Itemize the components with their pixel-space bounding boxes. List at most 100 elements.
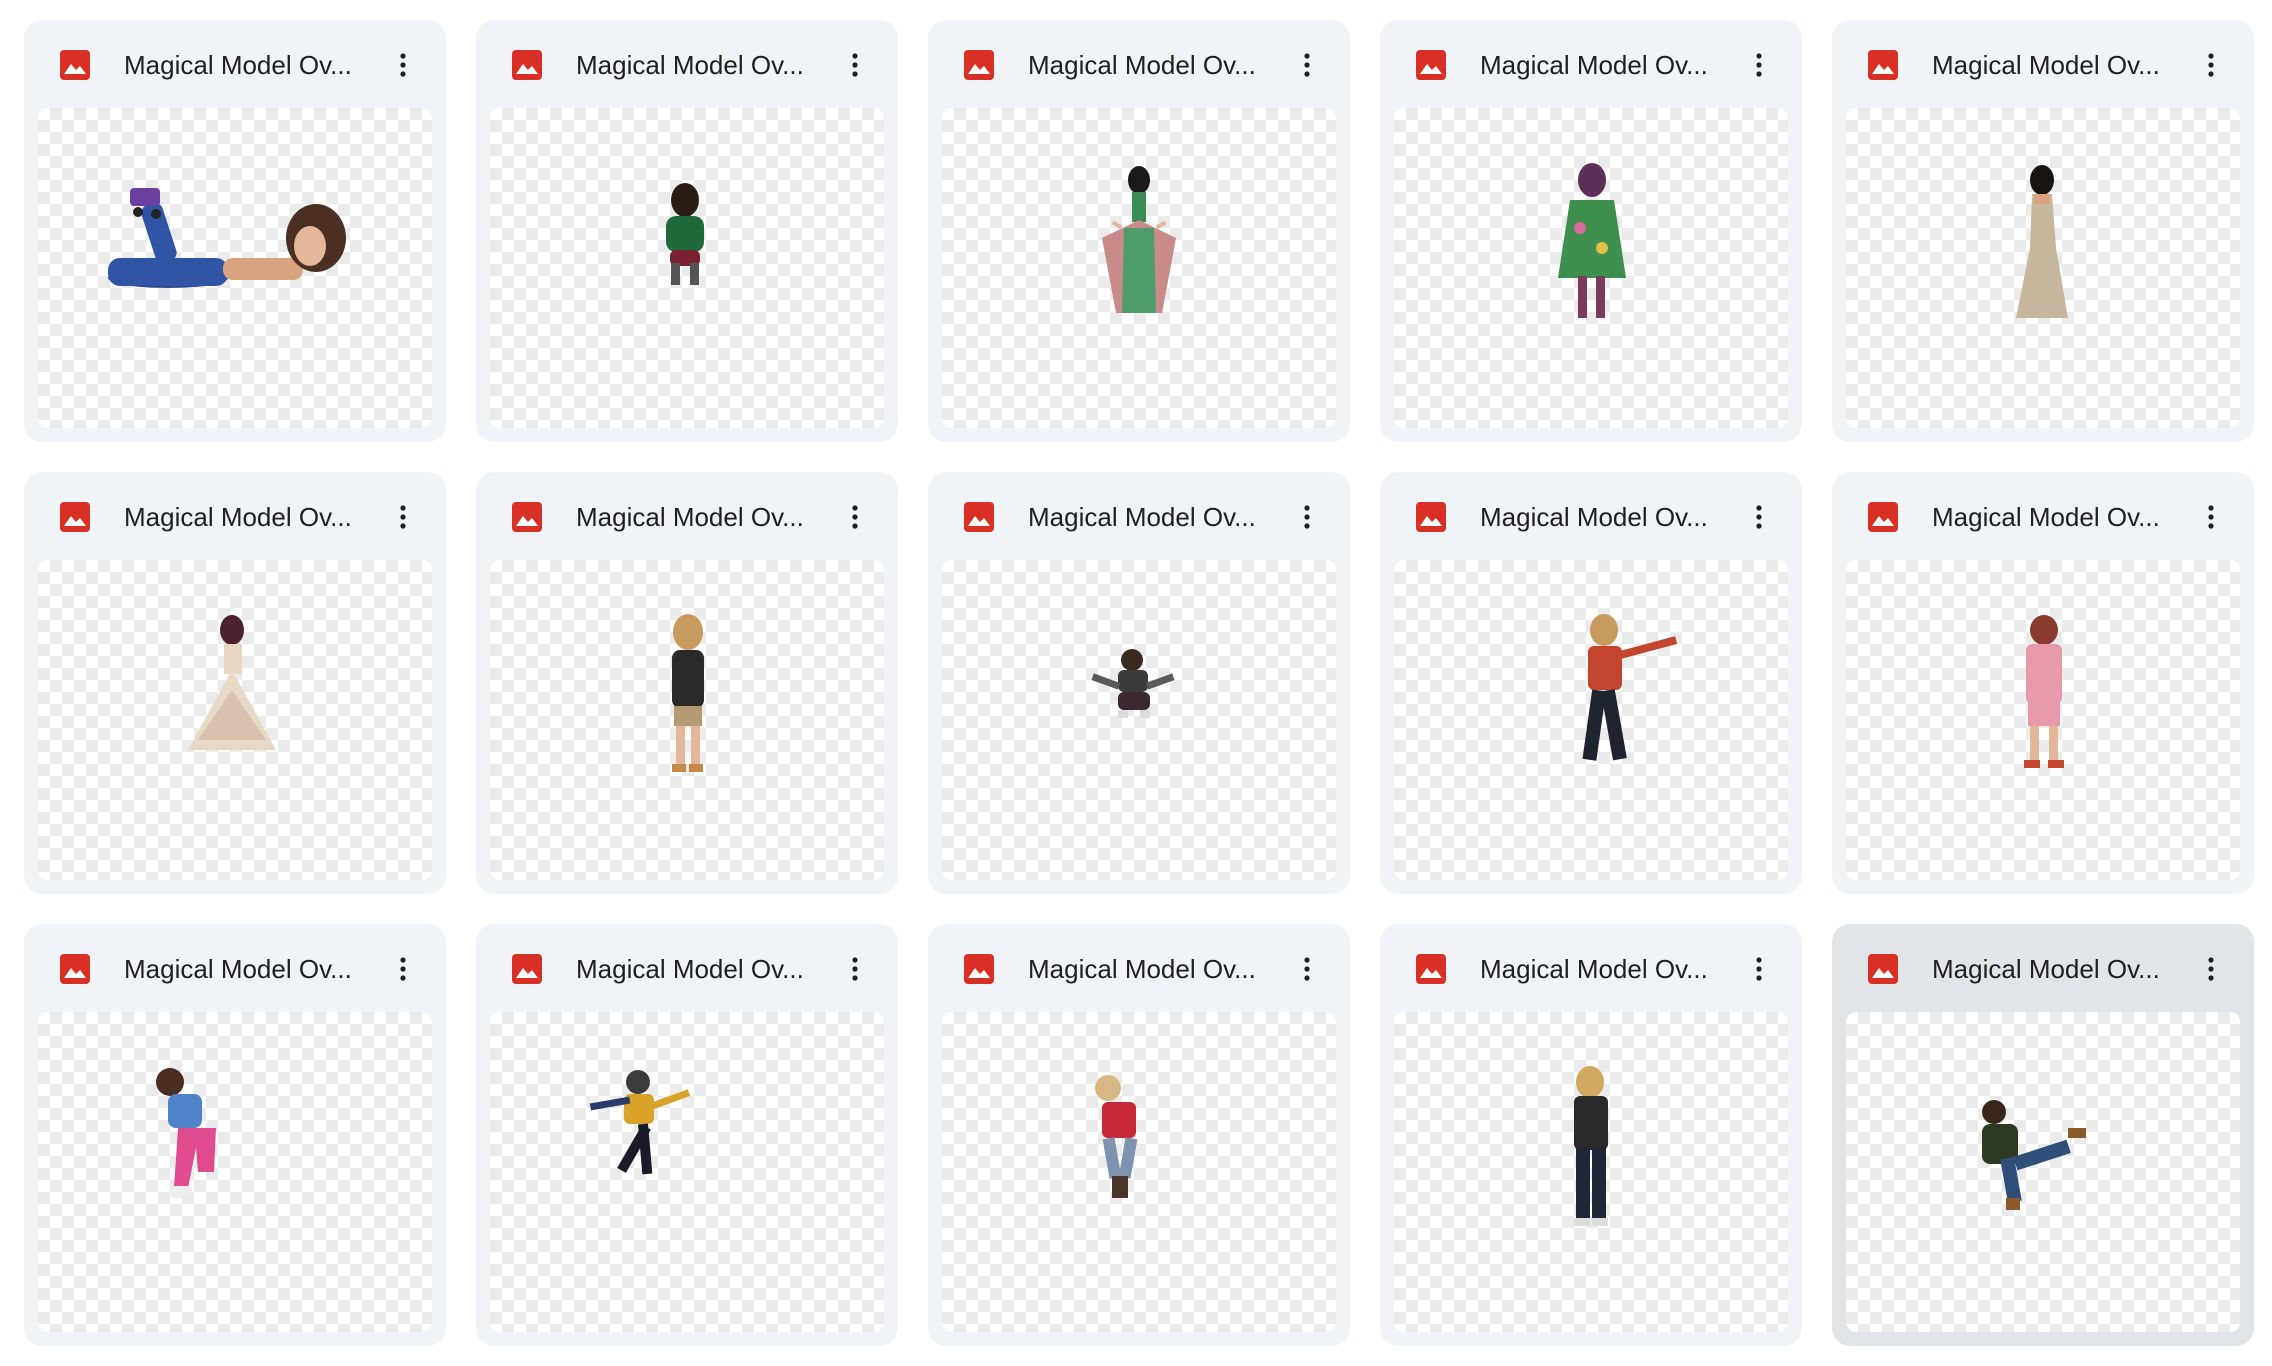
- image-thumbnail[interactable]: [1846, 560, 2240, 880]
- more-actions-button[interactable]: [1738, 496, 1780, 538]
- file-title[interactable]: Magical Model Ov...: [1932, 48, 2172, 82]
- more-actions-button[interactable]: [2190, 496, 2232, 538]
- thumbnail-figure: [1091, 649, 1175, 718]
- file-title[interactable]: Magical Model Ov...: [576, 48, 816, 82]
- image-file-icon: [60, 502, 90, 532]
- more-vert-icon: [852, 957, 858, 981]
- file-title[interactable]: Magical Model Ov...: [1480, 500, 1720, 534]
- more-vert-icon: [852, 505, 858, 529]
- image-thumbnail[interactable]: [38, 108, 432, 428]
- file-card-header: Magical Model Ov...: [1832, 924, 2254, 1010]
- file-title[interactable]: Magical Model Ov...: [1480, 952, 1720, 986]
- file-card-8[interactable]: Magical Model Ov...: [928, 472, 1350, 894]
- image-file-icon: [1868, 502, 1898, 532]
- file-card-15[interactable]: Magical Model Ov...: [1832, 924, 2254, 1346]
- file-card-4[interactable]: Magical Model Ov...: [1380, 20, 1802, 442]
- more-actions-button[interactable]: [834, 44, 876, 86]
- image-thumbnail[interactable]: [942, 560, 1336, 880]
- file-title[interactable]: Magical Model Ov...: [576, 952, 816, 986]
- more-actions-button[interactable]: [2190, 948, 2232, 990]
- file-card-header: Magical Model Ov...: [928, 924, 1350, 1010]
- file-title[interactable]: Magical Model Ov...: [1932, 500, 2172, 534]
- more-actions-button[interactable]: [382, 44, 424, 86]
- file-card-header: Magical Model Ov...: [476, 20, 898, 106]
- file-title[interactable]: Magical Model Ov...: [124, 48, 364, 82]
- image-file-icon: [1868, 954, 1898, 984]
- more-vert-icon: [2208, 53, 2214, 77]
- file-card-header: Magical Model Ov...: [1380, 20, 1802, 106]
- more-vert-icon: [1756, 53, 1762, 77]
- image-file-icon: [512, 502, 542, 532]
- thumbnail-figure: [188, 615, 276, 750]
- image-file-icon: [964, 502, 994, 532]
- image-thumbnail[interactable]: [942, 1012, 1336, 1332]
- more-vert-icon: [400, 505, 406, 529]
- file-card-header: Magical Model Ov...: [1832, 20, 2254, 106]
- image-thumbnail[interactable]: [1394, 108, 1788, 428]
- more-actions-button[interactable]: [1286, 496, 1328, 538]
- file-title[interactable]: Magical Model Ov...: [1028, 952, 1268, 986]
- more-actions-button[interactable]: [2190, 44, 2232, 86]
- more-actions-button[interactable]: [1738, 44, 1780, 86]
- file-card-7[interactable]: Magical Model Ov...: [476, 472, 898, 894]
- more-vert-icon: [1304, 957, 1310, 981]
- more-vert-icon: [852, 53, 858, 77]
- image-file-icon: [1868, 50, 1898, 80]
- more-vert-icon: [400, 957, 406, 981]
- file-title[interactable]: Magical Model Ov...: [576, 500, 816, 534]
- file-card-3[interactable]: Magical Model Ov...: [928, 20, 1350, 442]
- file-title[interactable]: Magical Model Ov...: [124, 500, 364, 534]
- file-card-header: Magical Model Ov...: [24, 20, 446, 106]
- image-thumbnail[interactable]: [490, 560, 884, 880]
- file-card-13[interactable]: Magical Model Ov...: [928, 924, 1350, 1346]
- thumbnail-figure: [1982, 1100, 2086, 1210]
- file-card-12[interactable]: Magical Model Ov...: [476, 924, 898, 1346]
- file-title[interactable]: Magical Model Ov...: [1932, 952, 2172, 986]
- file-card-header: Magical Model Ov...: [1832, 472, 2254, 558]
- file-title[interactable]: Magical Model Ov...: [124, 952, 364, 986]
- file-card-header: Magical Model Ov...: [476, 924, 898, 1010]
- image-thumbnail[interactable]: [1846, 108, 2240, 428]
- image-file-icon: [1416, 502, 1446, 532]
- image-thumbnail[interactable]: [490, 1012, 884, 1332]
- image-file-icon: [60, 50, 90, 80]
- thumbnail-figure: [1574, 1066, 1608, 1226]
- file-grid: Magical Model Ov... Magical Model Ov... …: [0, 0, 2272, 1366]
- thumbnail-figure: [666, 183, 704, 285]
- file-card-11[interactable]: Magical Model Ov...: [24, 924, 446, 1346]
- thumbnail-figure: [108, 188, 346, 288]
- more-vert-icon: [2208, 957, 2214, 981]
- more-actions-button[interactable]: [382, 496, 424, 538]
- file-card-header: Magical Model Ov...: [476, 472, 898, 558]
- file-card-1[interactable]: Magical Model Ov...: [24, 20, 446, 442]
- image-thumbnail[interactable]: [1394, 560, 1788, 880]
- thumbnail-figure: [589, 1070, 691, 1175]
- thumbnail-figure: [156, 1068, 216, 1198]
- file-title[interactable]: Magical Model Ov...: [1480, 48, 1720, 82]
- file-card-header: Magical Model Ov...: [24, 472, 446, 558]
- image-thumbnail[interactable]: [38, 1012, 432, 1332]
- file-card-9[interactable]: Magical Model Ov...: [1380, 472, 1802, 894]
- image-thumbnail[interactable]: [490, 108, 884, 428]
- image-thumbnail[interactable]: [942, 108, 1336, 428]
- file-card-5[interactable]: Magical Model Ov...: [1832, 20, 2254, 442]
- more-actions-button[interactable]: [382, 948, 424, 990]
- image-thumbnail[interactable]: [38, 560, 432, 880]
- file-card-6[interactable]: Magical Model Ov...: [24, 472, 446, 894]
- more-actions-button[interactable]: [1286, 948, 1328, 990]
- more-actions-button[interactable]: [834, 496, 876, 538]
- file-card-header: Magical Model Ov...: [928, 20, 1350, 106]
- image-file-icon: [964, 50, 994, 80]
- file-card-2[interactable]: Magical Model Ov...: [476, 20, 898, 442]
- file-card-14[interactable]: Magical Model Ov...: [1380, 924, 1802, 1346]
- image-thumbnail[interactable]: [1846, 1012, 2240, 1332]
- image-thumbnail[interactable]: [1394, 1012, 1788, 1332]
- more-actions-button[interactable]: [1738, 948, 1780, 990]
- file-title[interactable]: Magical Model Ov...: [1028, 48, 1268, 82]
- more-vert-icon: [2208, 505, 2214, 529]
- thumbnail-figure: [1095, 1075, 1138, 1198]
- file-title[interactable]: Magical Model Ov...: [1028, 500, 1268, 534]
- more-actions-button[interactable]: [1286, 44, 1328, 86]
- file-card-10[interactable]: Magical Model Ov...: [1832, 472, 2254, 894]
- more-actions-button[interactable]: [834, 948, 876, 990]
